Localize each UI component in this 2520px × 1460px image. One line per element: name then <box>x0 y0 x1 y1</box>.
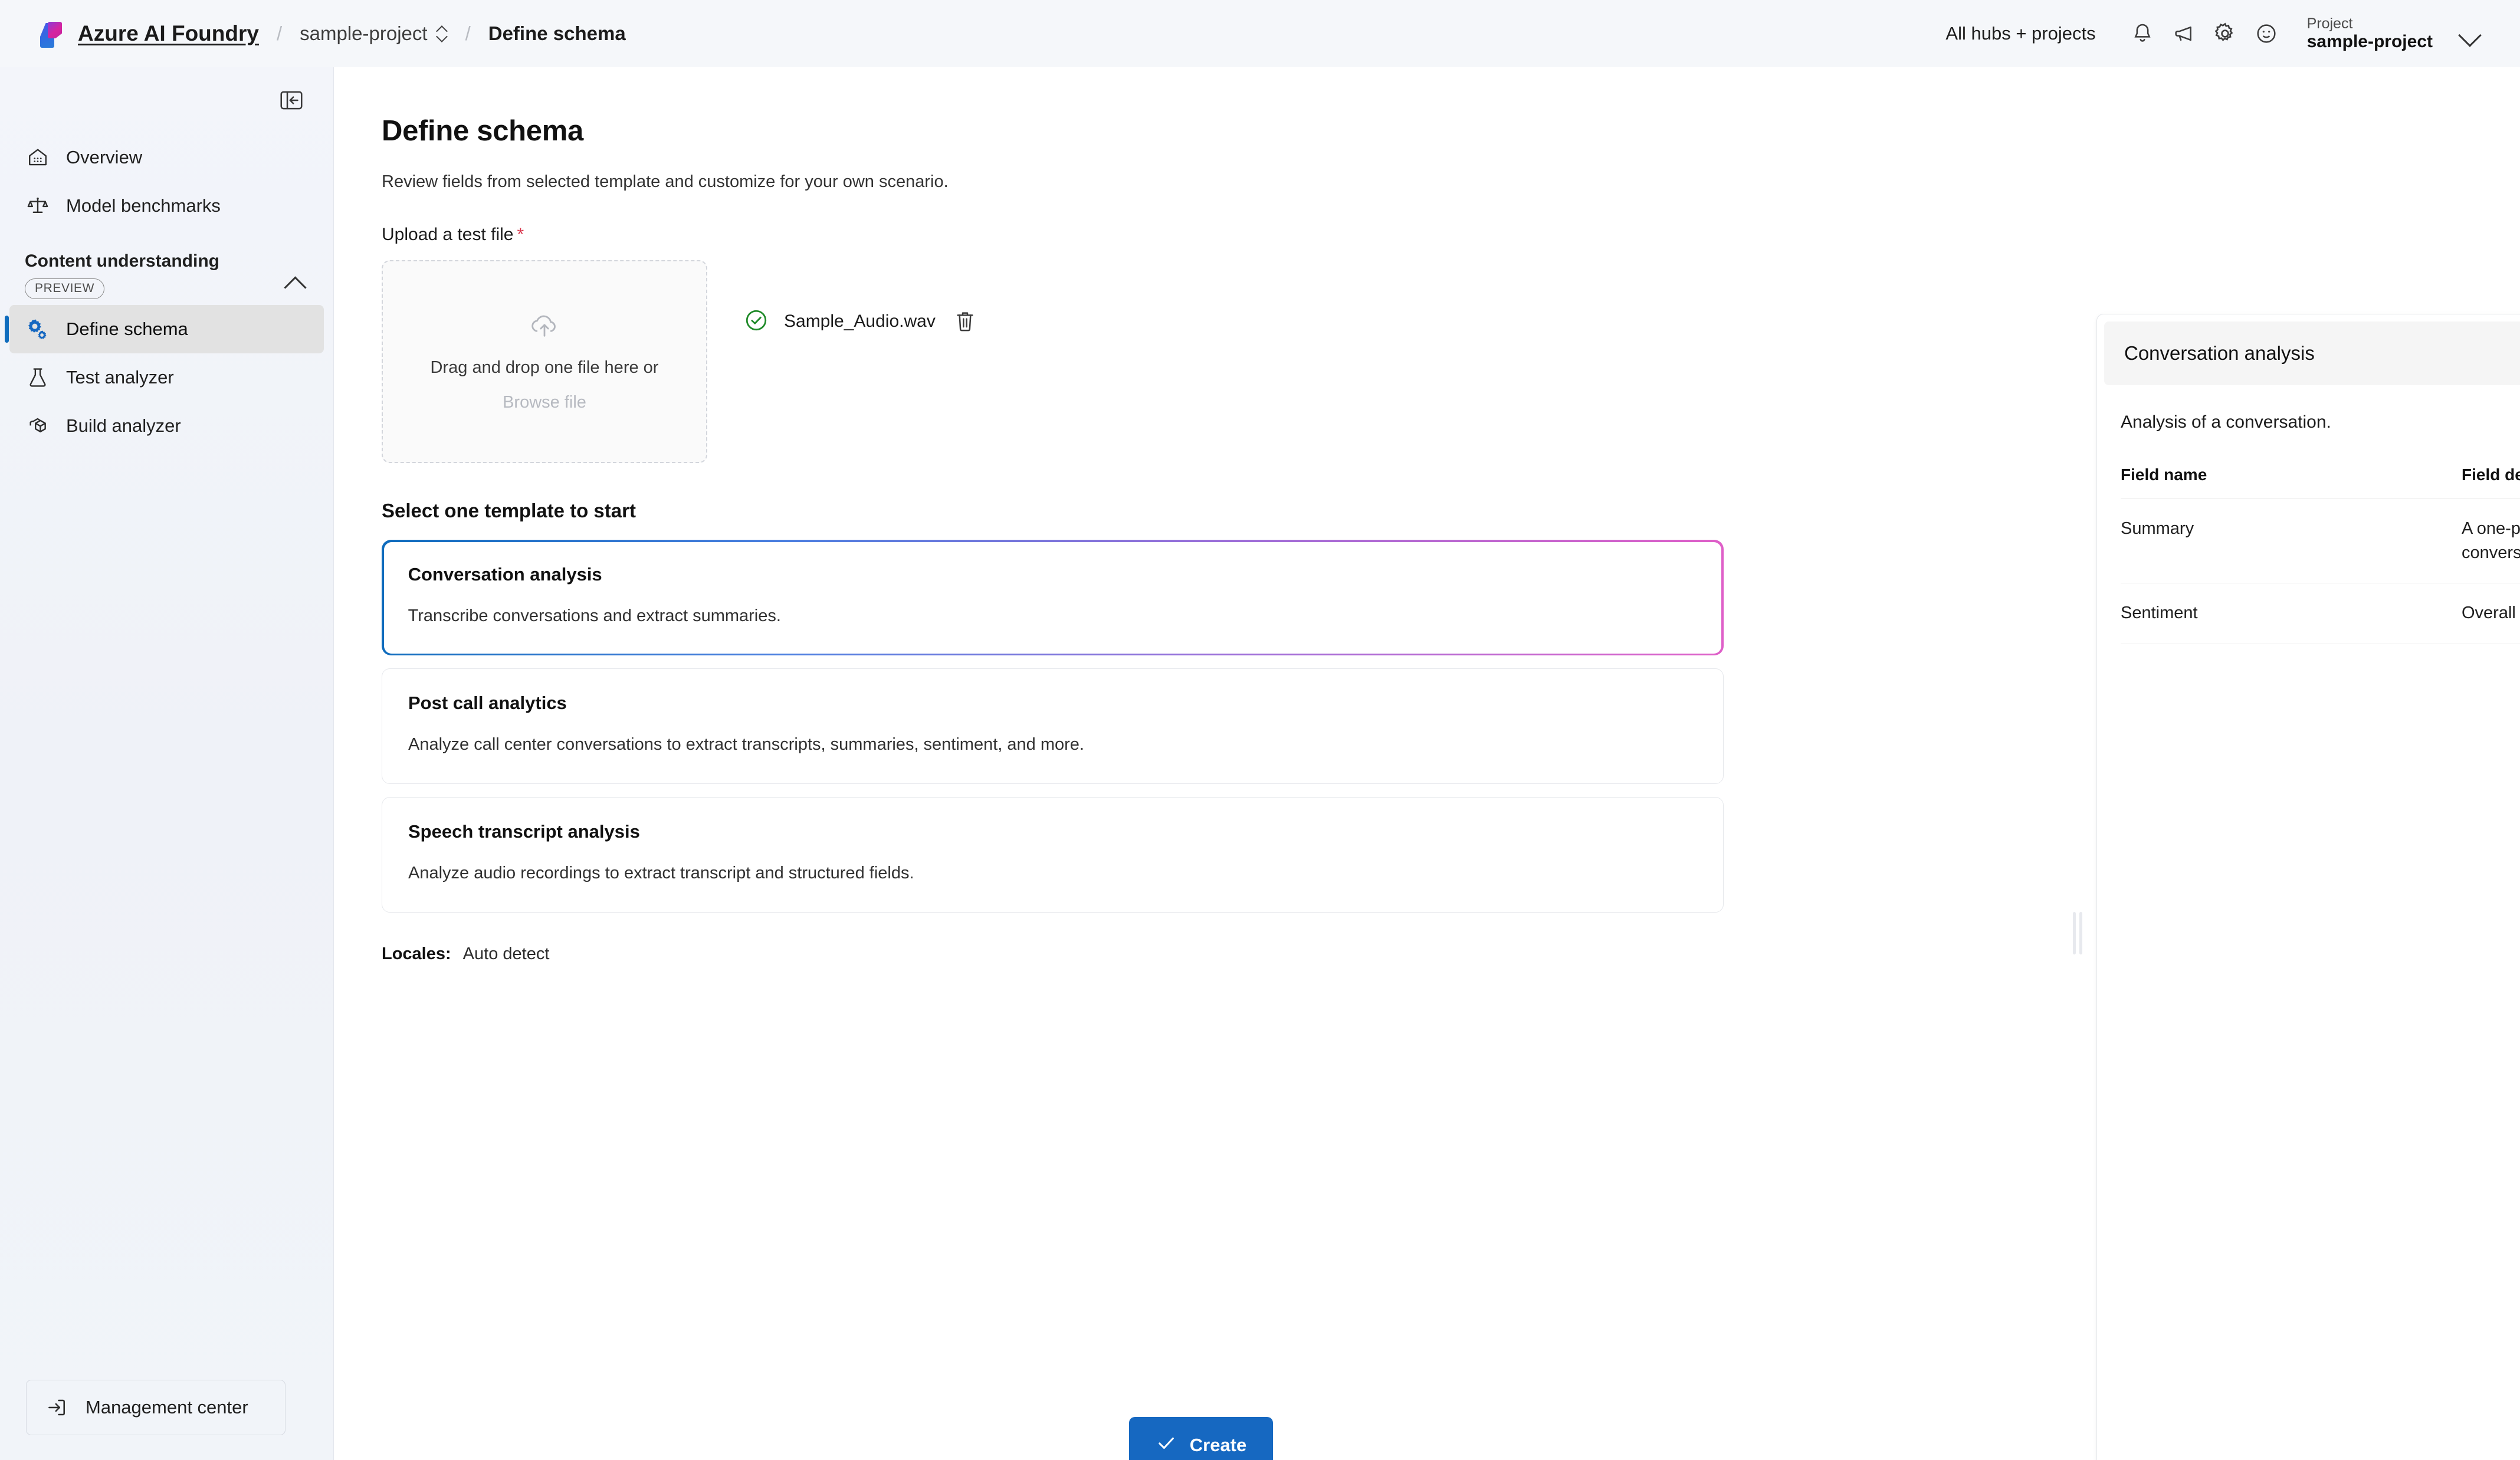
upload-row: Drag and drop one file here or Browse fi… <box>382 260 1732 463</box>
create-button-label: Create <box>1189 1435 1247 1455</box>
sidebar-item-model-benchmarks[interactable]: Model benchmarks <box>9 182 324 230</box>
template-title: Conversation analysis <box>408 563 602 585</box>
brand-link[interactable]: Azure AI Foundry <box>78 21 259 46</box>
sidebar-item-label: Model benchmarks <box>66 195 221 216</box>
cloud-upload-icon <box>527 311 562 343</box>
megaphone-icon[interactable] <box>2163 13 2204 54</box>
template-card-conversation-analysis[interactable]: Conversation analysis Transcribe convers… <box>382 540 1724 656</box>
sidebar-item-label: Test analyzer <box>66 366 174 388</box>
define-schema-form: Define schema Review fields from selecte… <box>382 114 1732 964</box>
template-description: Analyze audio recordings to extract tran… <box>408 864 914 883</box>
management-center-button[interactable]: Management center <box>26 1380 286 1435</box>
template-description: Analyze call center conversations to ext… <box>408 735 1084 754</box>
locales-value[interactable]: Auto detect <box>463 944 550 964</box>
locales-label: Locales: <box>382 944 451 964</box>
check-icon <box>1156 1432 1177 1458</box>
project-switcher-label: Project <box>2306 15 2353 32</box>
management-center-label: Management center <box>86 1397 248 1418</box>
template-title: Post call analytics <box>408 693 567 714</box>
all-hubs-projects-link[interactable]: All hubs + projects <box>1945 23 2095 44</box>
chevron-updown-icon <box>436 25 448 42</box>
main-content: Define schema Review fields from selecte… <box>334 67 2520 1460</box>
project-switcher[interactable]: Project sample-project <box>2307 15 2433 52</box>
gears-icon <box>25 316 51 342</box>
upload-label-text: Upload a test file <box>382 225 514 244</box>
locales-row: Locales: Auto detect <box>382 944 1732 964</box>
feedback-smiley-icon[interactable] <box>2246 13 2287 54</box>
table-row: Sentiment Overall sentiment <box>2121 583 2520 644</box>
uploaded-file-name: Sample_Audio.wav <box>784 311 936 331</box>
scales-icon <box>25 193 51 219</box>
table-row: Summary A one-paragraph summary of the c… <box>2121 498 2520 583</box>
sidebar-group-content-understanding[interactable]: Content understanding PREVIEW <box>9 250 324 299</box>
gear-icon[interactable] <box>2204 13 2246 54</box>
check-circle-icon <box>744 308 769 336</box>
upload-field-label: Upload a test file * <box>382 225 1732 245</box>
templates-heading: Select one template to start <box>382 500 636 521</box>
home-icon <box>25 145 51 170</box>
box-icon <box>25 413 51 439</box>
field-description-cell: A one-paragraph summary of the conversat… <box>2462 498 2520 583</box>
column-header-field-name: Field name <box>2121 465 2207 484</box>
sidebar-item-define-schema[interactable]: Define schema <box>5 304 324 353</box>
template-description: Transcribe conversations and extract sum… <box>408 606 781 625</box>
fields-table: Field name Field description Summary A o… <box>2121 465 2520 644</box>
breadcrumb-project-label: sample-project <box>300 22 428 44</box>
sidebar-group-title: Content understanding <box>25 251 219 271</box>
panel-collapse-icon[interactable] <box>273 83 310 117</box>
trash-icon[interactable] <box>951 306 979 337</box>
management-center-wrapper: Management center <box>26 1380 286 1435</box>
file-dropzone[interactable]: Drag and drop one file here or Browse fi… <box>382 260 707 463</box>
field-description-cell: Overall sentiment <box>2462 583 2520 644</box>
sidebar-item-label: Build analyzer <box>66 415 181 436</box>
required-marker: * <box>517 225 524 244</box>
breadcrumb-current-page: Define schema <box>488 22 626 44</box>
preview-badge: PREVIEW <box>25 278 105 299</box>
project-switcher-name: sample-project <box>2306 32 2433 52</box>
template-details-header: Conversation analysis <box>2104 321 2520 385</box>
sidebar-item-build-analyzer[interactable]: Build analyzer <box>9 402 324 450</box>
chevron-down-icon[interactable] <box>2456 20 2483 47</box>
template-details-panel: Conversation analysis Analysis of a conv… <box>2096 314 2520 1460</box>
breadcrumb: Azure AI Foundry / sample-project / Defi… <box>0 19 626 48</box>
template-card-post-call-analytics[interactable]: Post call analytics Analyze call center … <box>382 668 1724 785</box>
breadcrumb-separator-2: / <box>465 22 471 44</box>
top-bar-actions: All hubs + projects Project sample-proje… <box>1945 13 2520 54</box>
sidebar-item-label: Overview <box>66 147 143 168</box>
page-title: Define schema <box>382 115 583 147</box>
create-button[interactable]: Create <box>1129 1417 1273 1460</box>
top-bar: Azure AI Foundry / sample-project / Defi… <box>0 0 2520 67</box>
chevron-up-icon[interactable] <box>283 270 309 296</box>
create-button-row: Create <box>334 1417 2068 1460</box>
template-title: Speech transcript analysis <box>408 821 640 842</box>
sidebar-item-test-analyzer[interactable]: Test analyzer <box>9 353 324 402</box>
browse-file-link[interactable]: Browse file <box>503 393 586 412</box>
page-subtitle: Review fields from selected template and… <box>382 172 949 191</box>
template-details-description: Analysis of a conversation. <box>2121 412 2331 432</box>
breadcrumb-separator-1: / <box>276 22 283 44</box>
sidebar: Overview Model benchmarks Content unders… <box>0 67 334 1460</box>
dropzone-text: Drag and drop one file here or <box>430 357 659 377</box>
template-card-speech-transcript-analysis[interactable]: Speech transcript analysis Analyze audio… <box>382 797 1724 913</box>
field-name-cell: Sentiment <box>2121 583 2462 644</box>
breadcrumb-project[interactable]: sample-project <box>300 22 447 45</box>
table-header-row: Field name Field description <box>2121 465 2520 499</box>
column-header-field-description: Field description <box>2462 465 2520 484</box>
resize-handle-icon[interactable] <box>2068 884 2088 982</box>
field-name-cell: Summary <box>2121 498 2462 583</box>
uploaded-file-row: Sample_Audio.wav <box>744 306 979 337</box>
azure-ai-foundry-logo-icon <box>39 19 65 48</box>
bell-icon[interactable] <box>2122 13 2163 54</box>
template-details-title: Conversation analysis <box>2124 342 2315 364</box>
arrow-enter-icon <box>44 1395 70 1420</box>
sidebar-item-label: Define schema <box>66 318 188 339</box>
beaker-icon <box>25 365 51 391</box>
template-list: Conversation analysis Transcribe convers… <box>382 540 1732 913</box>
sidebar-collapse-row <box>0 67 333 133</box>
sidebar-item-overview[interactable]: Overview <box>9 133 324 182</box>
template-card-inner: Conversation analysis Transcribe convers… <box>383 542 1722 654</box>
